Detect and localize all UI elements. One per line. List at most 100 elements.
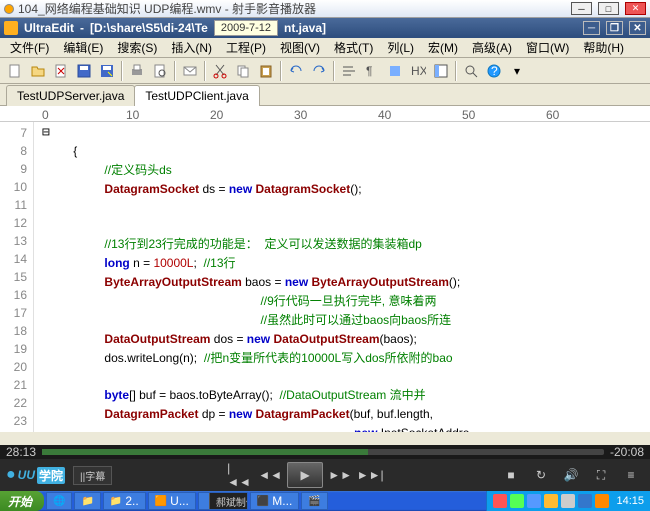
playlist-icon[interactable]: ≡: [618, 463, 644, 487]
menu-format[interactable]: 格式(T): [328, 38, 379, 57]
taskbar-item[interactable]: 🎬: [301, 492, 327, 510]
panel-icon[interactable]: [430, 60, 452, 82]
save-icon[interactable]: [73, 60, 95, 82]
remaining-time: -20:08: [610, 445, 644, 459]
menu-insert[interactable]: 插入(N): [165, 38, 218, 57]
tray-icon[interactable]: [561, 494, 575, 508]
cut-icon[interactable]: [209, 60, 231, 82]
date-tooltip: 2009-7-12: [214, 20, 278, 36]
new-file-icon[interactable]: [4, 60, 26, 82]
stop-icon[interactable]: ■: [498, 463, 524, 487]
toolbar-dropdown-icon[interactable]: ▾: [506, 60, 528, 82]
document-tabs: TestUDPServer.java TestUDPClient.java: [0, 84, 650, 106]
menu-macro[interactable]: 宏(M): [422, 38, 464, 57]
toolbar-separator: [204, 61, 206, 81]
tray-icon[interactable]: [493, 494, 507, 508]
watermark-logo: ●UU学院: [6, 466, 65, 484]
ue-close-button[interactable]: ✕: [629, 21, 646, 35]
taskbar-item[interactable]: 🌐: [46, 492, 72, 510]
play-button[interactable]: ▶: [287, 462, 323, 488]
prev-track-icon[interactable]: |◄◄: [227, 463, 253, 487]
toolbar-separator: [174, 61, 176, 81]
help-icon[interactable]: ?: [483, 60, 505, 82]
start-button[interactable]: 开始: [0, 491, 44, 511]
next-track-icon[interactable]: ►►|: [357, 463, 383, 487]
menu-search[interactable]: 搜索(S): [111, 38, 163, 57]
undo-icon[interactable]: [285, 60, 307, 82]
taskbar-item[interactable]: 📁: [74, 492, 100, 510]
dash: -: [80, 21, 84, 35]
ultraedit-path-part2: nt.java]: [284, 21, 326, 35]
menu-project[interactable]: 工程(P): [220, 38, 272, 57]
ultraedit-logo-icon: [4, 21, 18, 35]
outer-maximize-button[interactable]: □: [598, 2, 619, 15]
tab-testudpclient[interactable]: TestUDPClient.java: [134, 85, 259, 106]
forward-icon[interactable]: ►►: [327, 463, 353, 487]
progress-bar[interactable]: [42, 449, 604, 455]
outer-close-button[interactable]: ✕: [625, 2, 646, 15]
toolbar-separator: [280, 61, 282, 81]
tray-icon[interactable]: [595, 494, 609, 508]
print-preview-icon[interactable]: [149, 60, 171, 82]
toolbar-separator: [333, 61, 335, 81]
tray-icon[interactable]: [510, 494, 524, 508]
taskbar-clock[interactable]: 14:15: [612, 495, 644, 507]
ultraedit-titlebar: UltraEdit - [D:\share\S5\di-24\Te 2009-7…: [0, 18, 650, 38]
tray-icon[interactable]: [578, 494, 592, 508]
mail-icon[interactable]: [179, 60, 201, 82]
menu-advanced[interactable]: 高级(A): [466, 38, 518, 57]
print-icon[interactable]: [126, 60, 148, 82]
tray-icon[interactable]: [527, 494, 541, 508]
block-icon[interactable]: [384, 60, 406, 82]
hex-icon[interactable]: HX: [407, 60, 429, 82]
video-player-bar: 28:13 -20:08 ●UU学院 ||字幕 |◄◄ ◄◄ ▶ ►► ►►| …: [0, 445, 650, 491]
copy-icon[interactable]: [232, 60, 254, 82]
menu-edit[interactable]: 编辑(E): [57, 38, 109, 57]
svg-text:HX: HX: [411, 64, 426, 78]
taskbar-item[interactable]: 📁 2..: [103, 492, 146, 510]
taskbar-item[interactable]: 🟧 U...: [148, 492, 196, 510]
volume-icon[interactable]: 🔊: [558, 463, 584, 487]
tab-testudpserver[interactable]: TestUDPServer.java: [6, 85, 135, 106]
menu-column[interactable]: 列(L): [381, 38, 420, 57]
paste-icon[interactable]: [255, 60, 277, 82]
menu-view[interactable]: 视图(V): [274, 38, 326, 57]
code-area[interactable]: ⊟ { //定义码头ds DatagramSocket ds = new Dat…: [34, 122, 650, 432]
system-tray: 14:15: [486, 491, 650, 511]
rewind-icon[interactable]: ◄◄: [257, 463, 283, 487]
show-spaces-icon[interactable]: ¶: [361, 60, 383, 82]
menu-bar: 文件(F) 编辑(E) 搜索(S) 插入(N) 工程(P) 视图(V) 格式(T…: [0, 38, 650, 58]
menu-window[interactable]: 窗口(W): [520, 38, 575, 57]
toolbar: ¶ HX ? ▾: [0, 58, 650, 84]
svg-text:?: ?: [491, 64, 498, 78]
find-icon[interactable]: [460, 60, 482, 82]
subtitle-button[interactable]: ||字幕: [73, 466, 112, 485]
menu-file[interactable]: 文件(F): [4, 38, 55, 57]
toolbar-separator: [121, 61, 123, 81]
line-number-gutter: 7891011121314151617181920212223: [0, 122, 34, 432]
elapsed-time: 28:13: [6, 445, 36, 459]
tray-icon[interactable]: [544, 494, 558, 508]
ue-minimize-button[interactable]: ─: [583, 21, 600, 35]
redo-icon[interactable]: [308, 60, 330, 82]
outer-window-title: 104_网络编程基础知识 UDP编程.wmv - 射手影音播放器: [18, 0, 565, 17]
ruler: 0 10 20 30 40 50 60: [0, 106, 650, 122]
menu-help[interactable]: 帮助(H): [577, 38, 630, 57]
code-editor[interactable]: 7891011121314151617181920212223 ⊟ { //定义…: [0, 122, 650, 432]
player-controls: ●UU学院 ||字幕 |◄◄ ◄◄ ▶ ►► ►►| ■ ↻ 🔊 ⛶ ≡: [0, 459, 650, 491]
app-icon: [4, 4, 14, 14]
word-wrap-icon[interactable]: [338, 60, 360, 82]
progress-row: 28:13 -20:08: [0, 445, 650, 459]
outer-window-titlebar: 104_网络编程基础知识 UDP编程.wmv - 射手影音播放器 ─ □ ✕: [0, 0, 650, 18]
toolbar-separator: [455, 61, 457, 81]
ue-restore-button[interactable]: ❐: [606, 21, 623, 35]
taskbar-item[interactable]: 郝斌制作: [198, 492, 248, 510]
progress-fill: [42, 449, 368, 455]
outer-minimize-button[interactable]: ─: [571, 2, 592, 15]
save-as-icon[interactable]: [96, 60, 118, 82]
close-file-icon[interactable]: [50, 60, 72, 82]
repeat-icon[interactable]: ↻: [528, 463, 554, 487]
fullscreen-icon[interactable]: ⛶: [588, 463, 614, 487]
taskbar-item[interactable]: ⬛ M...: [250, 492, 299, 510]
open-file-icon[interactable]: [27, 60, 49, 82]
